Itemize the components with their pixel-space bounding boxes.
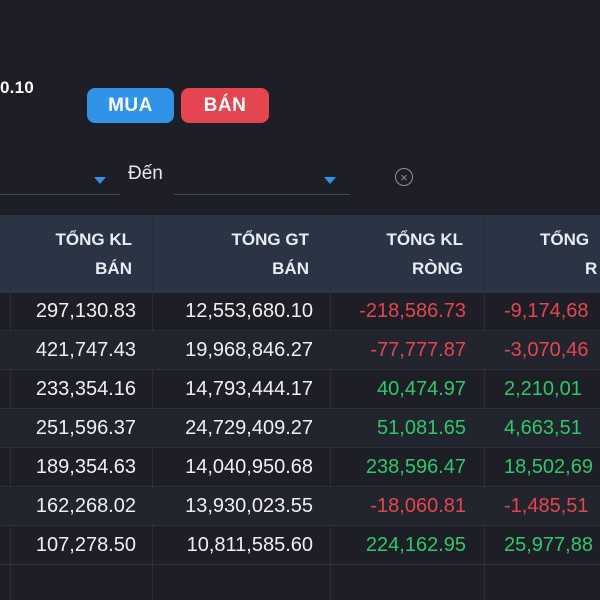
header-line: TỔNG KL [386, 230, 464, 249]
trading-table: TỔNG KL BÁN TỔNG GT BÁN TỔNG KL RÒNG TỔN… [0, 215, 600, 600]
header-line: R [585, 259, 598, 278]
table-cell-kl-ban: 251,596.37 [35, 417, 136, 439]
column-header-gt-rong[interactable]: TỔNG R [540, 215, 600, 293]
table-row[interactable]: 297,130.83 12,553,680.10 -218,586.73 -9,174… [0, 293, 600, 331]
table-cell-gt-rong: -1,485,51 [504, 495, 589, 517]
table-row[interactable]: 189,354.63 14,040,950.68 238,596.47 18,502,… [0, 449, 600, 487]
table-cell-gt-rong: -3,070,46 [504, 339, 589, 361]
table-cell-kl-rong: -218,586.73 [359, 300, 466, 322]
header-line: BÁN [95, 259, 132, 278]
table-cell-kl-ban: 421,747.43 [35, 339, 136, 361]
header-line: RÒNG [412, 259, 463, 278]
to-date-select[interactable] [174, 164, 350, 195]
table-cell-kl-rong: -18,060.81 [370, 495, 466, 517]
table-cell-kl-rong: 238,596.47 [365, 456, 466, 478]
from-date-select[interactable] [0, 164, 120, 195]
table-row[interactable]: 162,268.02 13,930,023.55 -18,060.81 -1,485,… [0, 488, 600, 526]
header-line: BÁN [272, 259, 309, 278]
table-row[interactable]: 251,596.37 24,729,409.27 51,081.65 4,663,51 [0, 410, 600, 448]
to-date-label: Đến [128, 163, 163, 184]
table-row[interactable]: 107,278.50 10,811,585.60 224,162.95 25,977,… [0, 527, 600, 565]
table-header: TỔNG KL BÁN TỔNG GT BÁN TỔNG KL RÒNG TỔN… [0, 215, 600, 293]
table-cell-gt-ban: 14,040,950.68 [185, 456, 313, 478]
table-cell-kl-ban: 107,278.50 [35, 534, 136, 556]
table-cell-kl-rong: 51,081.65 [377, 417, 466, 439]
table-cell-kl-rong: 40,474.97 [377, 378, 466, 400]
table-cell-gt-rong: 25,977,88 [504, 534, 593, 556]
table-cell-kl-rong: -77,777.87 [370, 339, 466, 361]
column-header-gt-ban[interactable]: TỔNG GT BÁN [152, 215, 309, 293]
table-cell-gt-ban: 19,968,846.27 [185, 339, 313, 361]
price-fragment: 0.10 [0, 78, 34, 97]
table-cell-gt-rong: 18,502,69 [504, 456, 593, 478]
table-row[interactable]: 421,747.43 19,968,846.27 -77,777.87 -3,070,… [0, 332, 600, 370]
table-cell-kl-rong: 224,162.95 [365, 534, 466, 556]
table-cell-kl-ban: 189,354.63 [35, 456, 136, 478]
table-cell-gt-ban: 13,930,023.55 [185, 495, 313, 517]
chevron-down-icon [94, 177, 106, 184]
header-line: TỔNG KL [55, 230, 133, 249]
table-cell-gt-ban: 12,553,680.10 [185, 300, 313, 322]
table-cell-gt-ban: 10,811,585.60 [186, 534, 313, 556]
table-cell-gt-rong: 2,210,01 [504, 378, 582, 400]
header-line: TỔNG GT [231, 230, 309, 249]
table-cell-gt-rong: 4,663,51 [504, 417, 582, 439]
table-cell-gt-ban: 24,729,409.27 [185, 417, 313, 439]
sell-button[interactable]: BÁN [181, 88, 269, 123]
table-cell-gt-rong: -9,174,68 [504, 300, 589, 322]
header-line: TỔNG [540, 230, 590, 249]
clear-filter-icon[interactable]: × [395, 168, 413, 186]
chevron-down-icon [324, 177, 336, 184]
table-cell-kl-ban: 297,130.83 [35, 300, 136, 322]
buy-button[interactable]: MUA [87, 88, 174, 123]
column-header-kl-rong[interactable]: TỔNG KL RÒNG [330, 215, 464, 293]
table-row[interactable]: 233,354.16 14,793,444.17 40,474.97 2,210,01 [0, 371, 600, 409]
table-cell-kl-ban: 233,354.16 [35, 378, 136, 400]
table-cell-gt-ban: 14,793,444.17 [185, 378, 313, 400]
table-cell-kl-ban: 162,268.02 [35, 495, 136, 517]
column-header-kl-ban[interactable]: TỔNG KL BÁN [0, 215, 133, 293]
